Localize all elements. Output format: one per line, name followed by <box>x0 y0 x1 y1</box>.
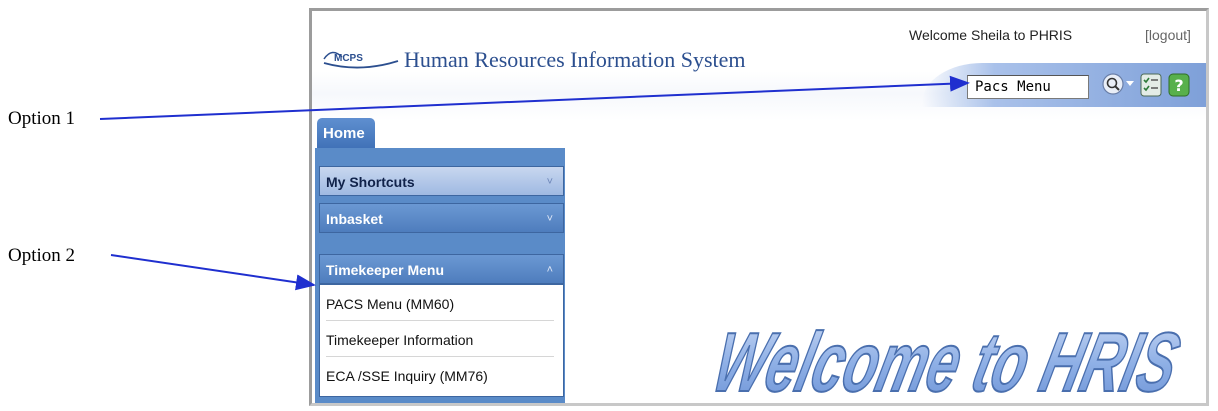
annotation-arrows <box>99 75 970 291</box>
option-2-arrow <box>110 254 316 291</box>
option-1-arrow <box>99 75 970 120</box>
